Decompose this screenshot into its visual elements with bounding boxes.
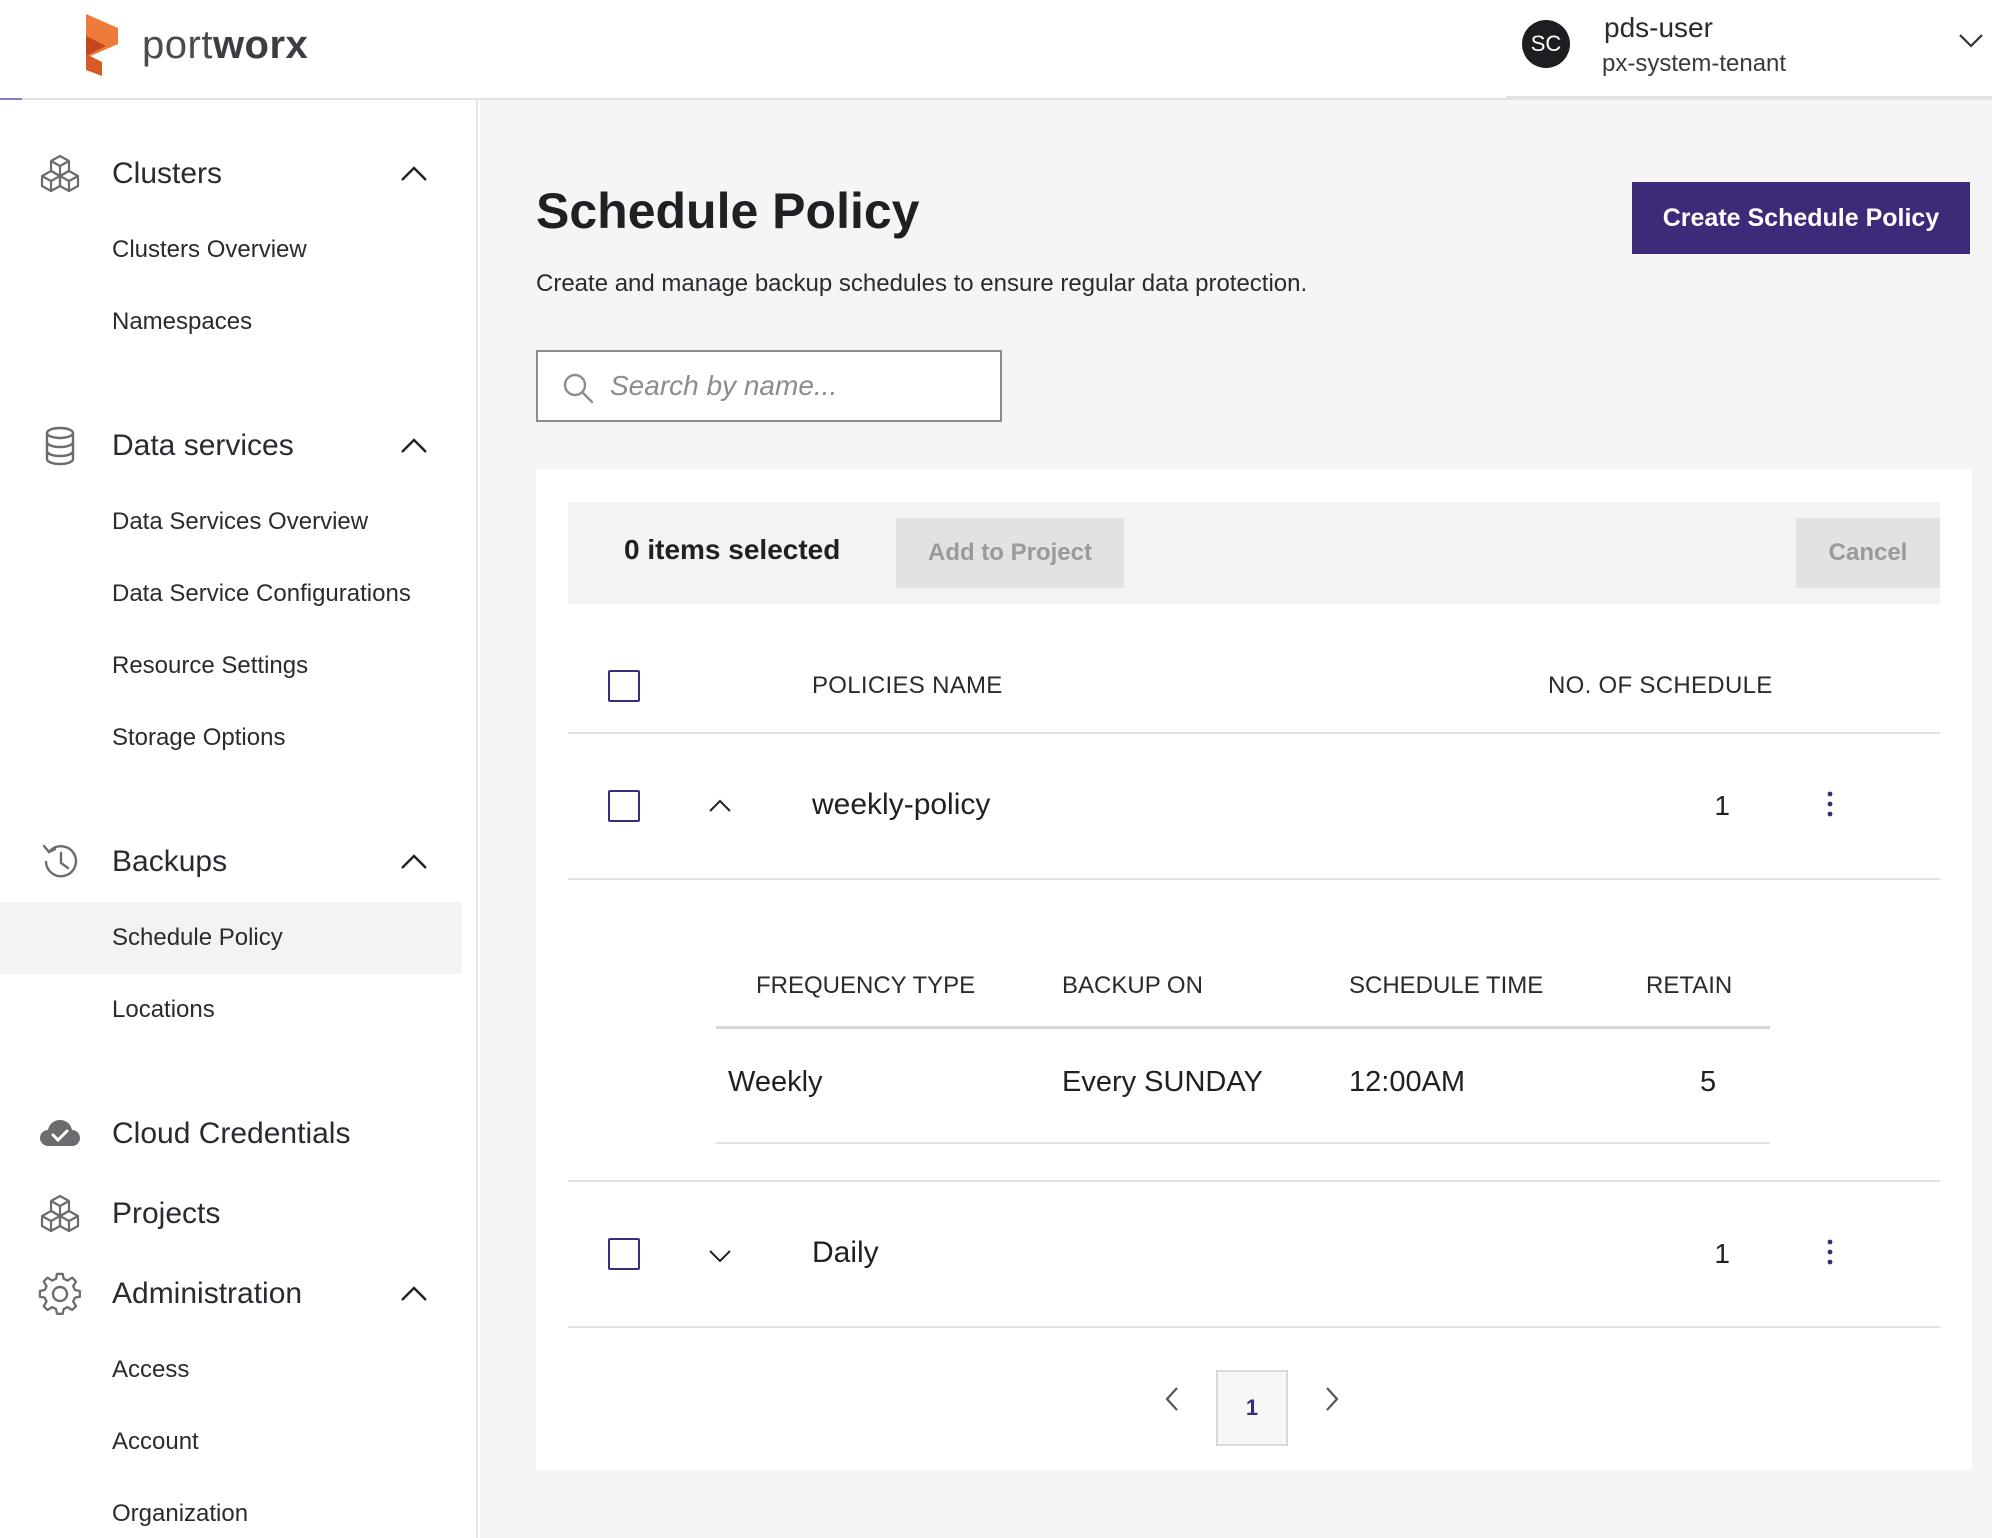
gear-icon [38, 1272, 81, 1315]
sidebar-section-label: Data services [112, 429, 294, 462]
selection-toolbar: 0 items selected Add to Project Cancel [568, 502, 1940, 604]
detail-header-retain: RETAIN [1646, 972, 1733, 999]
sidebar-section-clusters[interactable]: Clusters [0, 144, 460, 204]
search-icon [563, 373, 594, 404]
sidebar-section-administration[interactable]: Administration [0, 1264, 460, 1324]
divider [568, 732, 1940, 734]
user-tenant: px-system-tenant [1602, 50, 1787, 77]
chevron-down-icon[interactable] [1958, 32, 1984, 50]
sidebar-item-account[interactable]: Account [0, 1406, 462, 1478]
page-description: Create and manage backup schedules to en… [536, 270, 1308, 297]
policies-card: 0 items selected Add to Project Cancel P… [536, 470, 1972, 1470]
detail-header-schedule-time: SCHEDULE TIME [1349, 972, 1544, 999]
kebab-menu-icon[interactable] [1826, 790, 1834, 818]
divider [716, 1026, 1770, 1029]
portworx-logo[interactable]: portworx [82, 14, 308, 76]
detail-backup-on: Every SUNDAY [1062, 1066, 1263, 1098]
sidebar-section-backups[interactable]: Backups [0, 832, 460, 892]
detail-header-backup-on: BACKUP ON [1062, 972, 1203, 999]
chevron-up-icon[interactable] [400, 853, 428, 871]
sidebar-item-schedule-policy[interactable]: Schedule Policy [0, 902, 462, 974]
sidebar-item-organization[interactable]: Organization [0, 1478, 462, 1538]
sidebar-section-label: Cloud Credentials [112, 1117, 351, 1150]
schedule-count: 1 [1714, 790, 1730, 821]
sidebar-item-data-service-configurations[interactable]: Data Service Configurations [0, 558, 462, 630]
chevron-left-icon[interactable] [1162, 1384, 1182, 1414]
logo-text: portworx [142, 22, 309, 67]
main-content: Schedule Policy Create and manage backup… [480, 100, 1992, 1538]
sidebar-section-label: Backups [112, 845, 228, 878]
detail-retain: 5 [1700, 1066, 1717, 1098]
row-checkbox[interactable] [608, 790, 640, 822]
add-to-project-button[interactable]: Add to Project [896, 518, 1124, 588]
detail-schedule-time: 12:00AM [1349, 1066, 1466, 1098]
sidebar-section-data-services[interactable]: Data services [0, 416, 460, 476]
divider [568, 878, 1940, 880]
sidebar-item-locations[interactable]: Locations [0, 974, 462, 1046]
sidebar-item-namespaces[interactable]: Namespaces [0, 286, 462, 358]
chevron-up-icon[interactable] [400, 437, 428, 455]
kebab-menu-icon[interactable] [1826, 1238, 1834, 1266]
user-name: pds-user [1604, 12, 1713, 43]
sidebar-section-label: Administration [112, 1277, 303, 1310]
sidebar: Clusters Clusters Overview Namespaces Da… [0, 100, 478, 1538]
sidebar-item-data-services-overview[interactable]: Data Services Overview [0, 486, 462, 558]
sidebar-item-storage-options[interactable]: Storage Options [0, 702, 462, 774]
detail-header-frequency-type: FREQUENCY TYPE [756, 972, 976, 999]
select-all-checkbox[interactable] [608, 670, 640, 702]
sidebar-item-resource-settings[interactable]: Resource Settings [0, 630, 462, 702]
sidebar-section-projects[interactable]: Projects [0, 1184, 460, 1244]
row-checkbox[interactable] [608, 1238, 640, 1270]
sidebar-item-clusters-overview[interactable]: Clusters Overview [0, 214, 462, 286]
sidebar-section-label: Projects [112, 1197, 221, 1230]
avatar: SC [1522, 20, 1570, 68]
sidebar-item-access[interactable]: Access [0, 1334, 462, 1406]
selected-count: 0 items selected [624, 534, 841, 565]
pagination-page[interactable]: 1 [1216, 1370, 1288, 1446]
schedule-count: 1 [1714, 1238, 1730, 1269]
create-schedule-policy-button[interactable]: Create Schedule Policy [1632, 182, 1970, 254]
divider [568, 1180, 1940, 1182]
divider [716, 1142, 1770, 1144]
policy-name[interactable]: Daily [812, 1236, 879, 1270]
cubes-icon [40, 154, 80, 193]
chevron-up-icon[interactable] [400, 165, 428, 183]
column-header-policies-name: POLICIES NAME [812, 672, 1003, 699]
chevron-down-icon[interactable] [708, 1248, 732, 1264]
top-header: portworx SC pds-user px-system-tenant [0, 0, 1992, 100]
user-menu[interactable]: SC pds-user px-system-tenant [1506, 0, 1992, 98]
database-icon [45, 426, 75, 466]
column-header-no-of-schedule: NO. OF SCHEDULE [1548, 672, 1773, 699]
divider [568, 1326, 1940, 1328]
portworx-logo-icon [86, 14, 118, 76]
history-icon [42, 844, 78, 878]
policy-name[interactable]: weekly-policy [812, 788, 990, 822]
chevron-up-icon[interactable] [400, 1285, 428, 1303]
cubes-icon [40, 1194, 80, 1233]
search-box[interactable] [536, 350, 1002, 422]
cloud-check-icon [40, 1120, 80, 1146]
chevron-right-icon[interactable] [1322, 1384, 1342, 1414]
sidebar-section-label: Clusters [112, 157, 223, 190]
chevron-up-icon[interactable] [708, 798, 732, 814]
cancel-button[interactable]: Cancel [1796, 518, 1940, 588]
sidebar-section-cloud-credentials[interactable]: Cloud Credentials [0, 1104, 460, 1164]
search-input[interactable] [610, 366, 980, 406]
detail-frequency: Weekly [728, 1066, 823, 1098]
page-title: Schedule Policy [536, 183, 920, 239]
